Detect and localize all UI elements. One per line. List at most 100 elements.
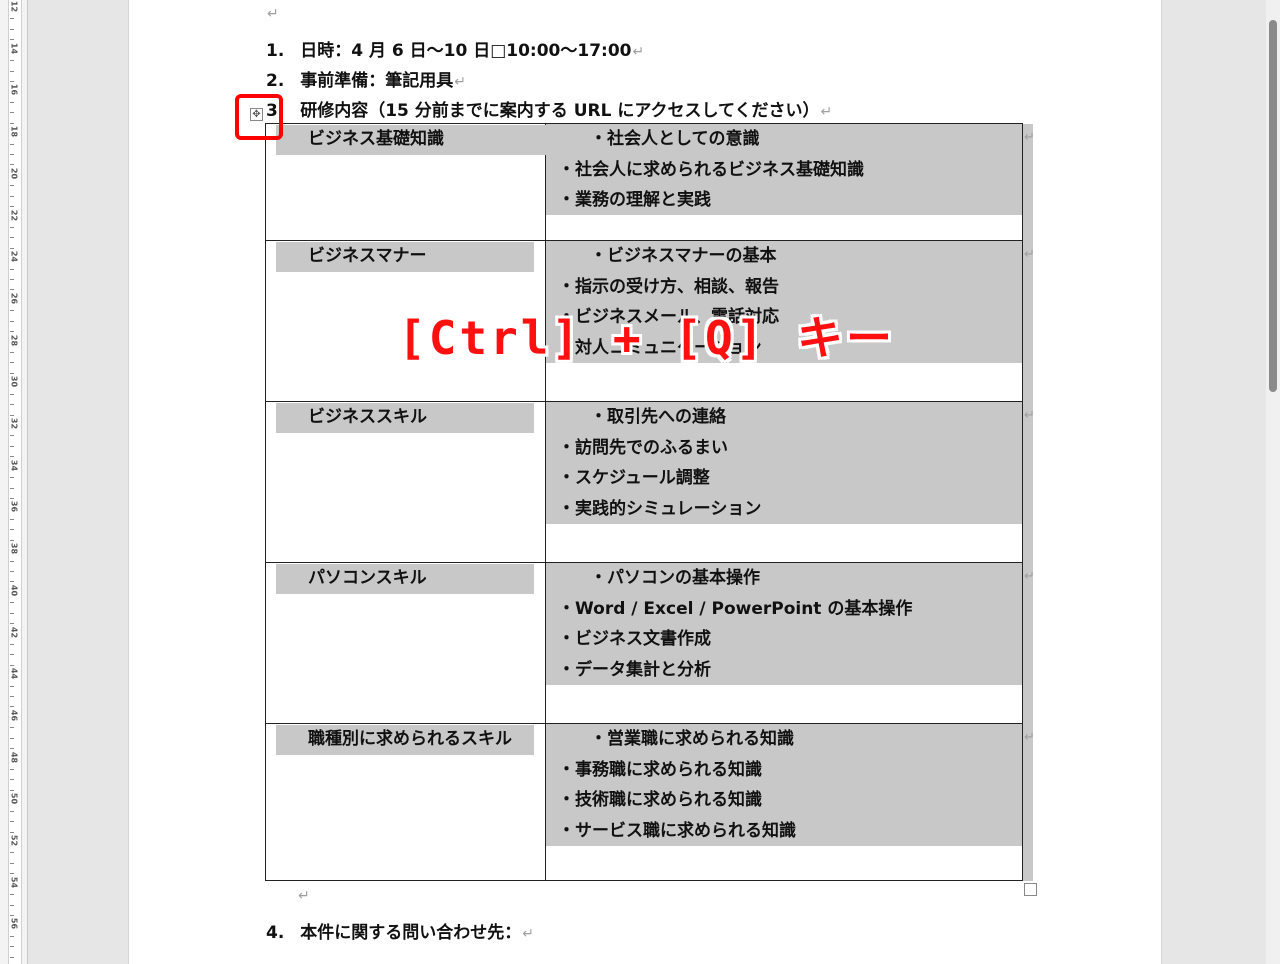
paragraph-mark: ↵: [522, 926, 534, 942]
ruler-tick: [10, 445, 14, 447]
ruler-tick: [10, 570, 14, 572]
table-cell-details[interactable]: ・営業職に求められる知識 ・事務職に求められる知識 ・技術職に求められる知識 ・…: [546, 724, 1022, 880]
ruler-tick: [10, 873, 14, 875]
table-cell-topic[interactable]: パソコンスキル: [266, 563, 546, 723]
table-row[interactable]: パソコンスキル ・パソコンの基本操作 ・Word / Excel / Power…: [266, 563, 1022, 724]
ruler-tick: [10, 331, 14, 333]
ruler-label: 28: [9, 334, 19, 346]
list-item-4[interactable]: 4. 本件に関する問い合わせ先：↵: [266, 918, 534, 943]
scrollbar-thumb[interactable]: [1269, 20, 1277, 392]
ruler-label: 34: [9, 459, 19, 471]
list-item-3[interactable]: 3. 研修内容（15 分前までに案内する URL にアクセスしてください）↵: [266, 96, 832, 121]
ruler-tick: [10, 237, 14, 239]
detail-line: ・訪問先でのふるまい: [558, 437, 728, 458]
ruler-tick: [10, 352, 14, 354]
detail-line: ・パソコンの基本操作: [590, 568, 760, 588]
ruler-tick: [10, 279, 14, 281]
ruler-tick: [10, 623, 14, 625]
ruler-label: 30: [9, 376, 19, 388]
ruler-tick: [10, 831, 14, 833]
paragraph-mark: ↵: [632, 44, 645, 60]
end-of-row-mark: ↵: [1024, 247, 1035, 262]
ruler-tick: [10, 737, 14, 739]
table-row[interactable]: ビジネススキル ・取引先への連絡 ・訪問先でのふるまい ・スケジュール調整 ・実…: [266, 402, 1022, 563]
ruler-label: 44: [9, 668, 19, 680]
detail-line: ・技術職に求められる知識: [558, 790, 762, 810]
list-text: 事前準備：筆記用具: [300, 71, 454, 91]
detail-line: ・取引先への連絡: [590, 407, 726, 427]
ruler-tick: [10, 185, 14, 187]
ruler-tick: [10, 289, 14, 291]
ruler-tick: [10, 529, 14, 531]
vertical-scrollbar[interactable]: [1266, 0, 1280, 964]
ruler-label: 54: [9, 876, 19, 888]
detail-line: ・社会人に求められるビジネス基礎知識: [558, 159, 864, 180]
ruler-tick: [10, 456, 14, 458]
ruler-label: 46: [9, 709, 19, 721]
ruler-label: 36: [9, 501, 19, 513]
ruler-tick: [10, 810, 14, 812]
detail-line: ・指示の受け方、相談、報告: [558, 276, 779, 297]
detail-line: ・営業職に求められる知識: [590, 729, 794, 749]
table-cell-topic[interactable]: ビジネススキル: [266, 402, 546, 562]
ruler-tick: [10, 935, 14, 937]
ruler-tick: [10, 612, 14, 614]
ruler-tick: [10, 226, 14, 228]
ruler-tick: [10, 268, 14, 270]
table-end-of-row-shading: [1023, 124, 1033, 881]
ruler-tick: [10, 404, 14, 406]
ruler-label: 40: [9, 584, 19, 596]
ruler-tick: [10, 769, 14, 771]
topic-label: 職種別に求められるスキル: [276, 725, 534, 755]
ruler-tick: [10, 164, 14, 166]
ruler-tick: [10, 70, 14, 72]
ruler-tick: [10, 852, 14, 854]
table-cell-topic[interactable]: ビジネス基礎知識: [266, 124, 566, 240]
ruler-label: 32: [9, 417, 19, 430]
topic-label: ビジネスマナー: [276, 242, 534, 272]
ruler-tick: [10, 477, 14, 479]
paragraph-mark: ↵: [820, 104, 833, 120]
table-cell-details[interactable]: ・パソコンの基本操作 ・Word / Excel / PowerPoint の基…: [546, 563, 1022, 723]
empty-paragraph-mark: ↵: [267, 6, 279, 22]
ruler-tick: [10, 560, 14, 562]
ruler-tick: [10, 18, 14, 20]
ruler-label: 20: [9, 167, 19, 179]
ruler-label: 12: [9, 0, 19, 13]
ruler-tick: [10, 487, 14, 489]
detail-line: ・サービス職に求められる知識: [558, 820, 796, 841]
ruler-tick: [10, 112, 14, 114]
table-row[interactable]: ビジネス基礎知識 ・社会人としての意識 ・社会人に求められるビジネス基礎知識 ・…: [266, 124, 1022, 241]
end-of-row-mark: ↵: [1024, 569, 1035, 584]
detail-line: ・社会人としての意識: [590, 129, 760, 149]
training-table[interactable]: ビジネス基礎知識 ・社会人としての意識 ・社会人に求められるビジネス基礎知識 ・…: [265, 123, 1023, 881]
table-cell-details[interactable]: ・社会人としての意識 ・社会人に求められるビジネス基礎知識 ・業務の理解と実践: [546, 124, 1022, 240]
ruler-label: 14: [9, 42, 19, 54]
ruler-label: 16: [9, 84, 19, 96]
list-item-1[interactable]: 1. 日時：4 月 6 日〜10 日□10:00〜17:00↵: [266, 36, 644, 61]
ruler-tick: [10, 748, 14, 750]
ruler-tick: [10, 654, 14, 656]
ruler-tick: [10, 706, 14, 708]
ruler-tick: [10, 39, 14, 41]
topic-label: ビジネススキル: [276, 403, 534, 433]
ruler-tick: [10, 821, 14, 823]
table-resize-handle[interactable]: [1024, 883, 1037, 896]
ruler-label: 56: [9, 918, 19, 930]
ruler-label: 48: [9, 751, 19, 763]
ruler-tick: [10, 779, 14, 781]
ruler-tick: [10, 946, 14, 948]
ruler-tick: [10, 862, 14, 864]
ruler-tick: [10, 195, 14, 197]
ruler-tick: [10, 696, 14, 698]
list-text: 日時：4 月 6 日〜10 日□10:00〜17:00: [300, 41, 632, 61]
list-text: 研修内容（15 分前までに案内する URL にアクセスしてください）: [300, 101, 820, 121]
vertical-ruler: 12 14 16 18 20 22 24 26 28 30 32 34 36 38 40 42 44 46 48 50…: [0, 0, 28, 964]
shortcut-annotation: [Ctrl] + [Q] キー: [398, 311, 896, 365]
ruler-track: [8, 0, 22, 964]
table-row[interactable]: 職種別に求められるスキル ・営業職に求められる知識 ・事務職に求められる知識 ・…: [266, 724, 1022, 880]
table-cell-details[interactable]: ・取引先への連絡 ・訪問先でのふるまい ・スケジュール調整 ・実践的シミュレーシ…: [546, 402, 1022, 562]
end-of-row-mark: ↵: [1024, 130, 1035, 145]
list-item-2[interactable]: 2. 事前準備：筆記用具↵: [266, 66, 466, 91]
table-cell-topic[interactable]: 職種別に求められるスキル: [266, 724, 546, 880]
